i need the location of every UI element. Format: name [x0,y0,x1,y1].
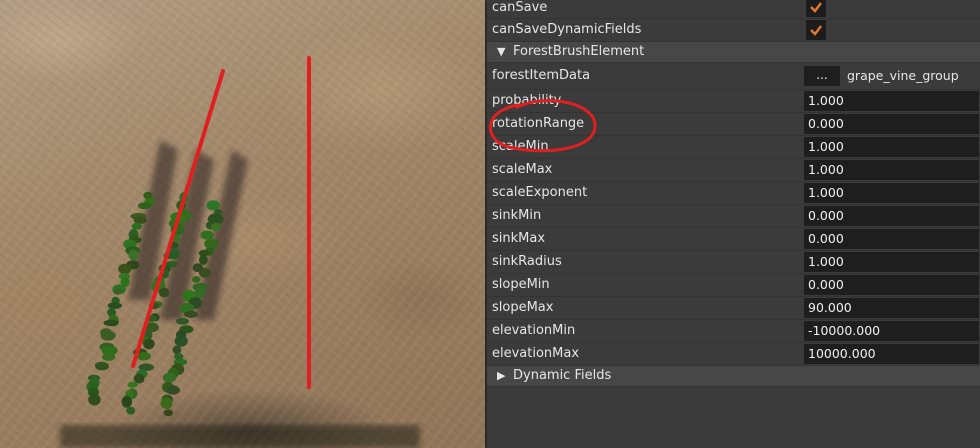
property-label: scaleExponent [492,185,588,200]
vine-leaf [126,406,136,415]
red-annotation-circle [489,99,597,153]
property-value-field[interactable]: 0.000 [804,229,979,249]
property-value-field[interactable]: -10000.000 [804,321,979,341]
vine-leaf [163,409,173,417]
property-value-field[interactable]: 1.000 [804,91,979,111]
property-row-sinkradius: sinkRadius 1.000 [487,251,980,274]
browse-button[interactable]: ... [804,66,840,86]
property-label: forestItemData [492,68,591,83]
vine-leaf [100,330,116,341]
vine-leaf [174,335,188,347]
property-label: elevationMax [492,346,580,361]
property-row-elevationmin: elevationMin -10000.000 [487,320,980,343]
property-value-field[interactable]: 1.000 [804,160,979,180]
cansavedynamicfields-checkbox[interactable] [806,20,826,40]
checkmark-icon [810,2,822,13]
property-row-cansave: canSave [487,0,980,19]
property-label: slopeMin [492,277,550,292]
property-row-scalemax: scaleMax 1.000 [487,159,980,182]
property-value-field[interactable]: 1.000 [804,252,979,272]
property-label: sinkMax [492,231,546,246]
section-forestbrushelement[interactable]: ▼ ForestBrushElement [487,42,980,63]
property-row-slopemin: slopeMin 0.000 [487,274,980,297]
vine-leaf [166,385,180,395]
property-label: slopeMax [492,300,554,315]
property-label: elevationMin [492,323,576,338]
section-dynamic-fields[interactable]: ▶ Dynamic Fields [487,366,980,387]
property-label: sinkRadius [492,254,562,269]
vine-leaf [128,249,139,261]
property-row-sinkmin: sinkMin 0.000 [487,205,980,228]
vine-leaf [103,319,119,327]
vine-leaf [210,223,222,231]
property-value-field[interactable]: 0.000 [804,275,979,295]
vine-leaf [162,372,176,383]
property-label: canSaveDynamicFields [492,22,642,37]
vine-leaf [198,267,211,278]
vine-leaf [199,254,208,265]
vine-leaf [133,373,145,384]
vine-leaf [143,338,155,350]
property-value-field[interactable]: 10000.000 [804,344,979,364]
property-row-slopemax: slopeMax 90.000 [487,297,980,320]
vine-leaf [121,395,132,408]
vine-leaf [160,397,173,410]
property-row-sinkmax: sinkMax 0.000 [487,228,980,251]
vine-leaf [206,200,221,211]
vine-leaf [95,363,109,371]
vine-leaf [127,381,138,388]
property-value-field[interactable]: 0.000 [804,114,979,134]
property-label: scaleMax [492,162,553,177]
vine-leaf [118,263,132,275]
cansave-checkbox[interactable] [806,0,826,17]
vine-leaf [133,216,148,224]
vine-leaf [107,302,123,309]
vine-leaf [102,352,116,361]
vine-leaf [131,222,143,230]
property-label: sinkMin [492,208,542,223]
property-label: canSave [492,0,548,15]
vine-leaf [191,276,201,283]
vine-leaf [137,202,152,210]
vine-leaf [138,363,154,371]
inspector-panel: canSave canSaveDynamicFields ▼ ForestBru… [485,0,980,448]
triangle-right-icon: ▶ [497,369,506,382]
property-value-field[interactable]: 1.000 [804,183,979,203]
vine-leaf [113,288,122,295]
property-value-field[interactable]: 90.000 [804,298,979,318]
property-row-cansavedynamicfields: canSaveDynamicFields [487,19,980,42]
forestitemdata-value[interactable]: grape_vine_group [847,63,959,89]
vine-leaf [88,394,101,406]
vine-leaf [176,317,189,325]
vine-leaf [172,345,182,355]
property-row-forestitemdata: forestItemData ... grape_vine_group [487,63,980,90]
viewport-overlay [60,56,420,448]
section-title: ForestBrushElement [513,44,645,59]
property-value-field[interactable]: 0.000 [804,206,979,226]
vine-leaf [184,310,198,318]
section-title: Dynamic Fields [513,368,612,383]
property-value-field[interactable]: 1.000 [804,137,979,157]
vine-leaf [200,230,214,240]
property-row-elevationmax: elevationMax 10000.000 [487,343,980,366]
property-row-scaleexponent: scaleExponent 1.000 [487,182,980,205]
scene-viewport[interactable] [0,0,485,448]
vine-leaf [158,287,170,298]
triangle-down-icon: ▼ [497,45,506,58]
checkmark-icon [810,25,822,36]
bottom-shadow [60,425,420,448]
vine-leaf [194,287,206,299]
